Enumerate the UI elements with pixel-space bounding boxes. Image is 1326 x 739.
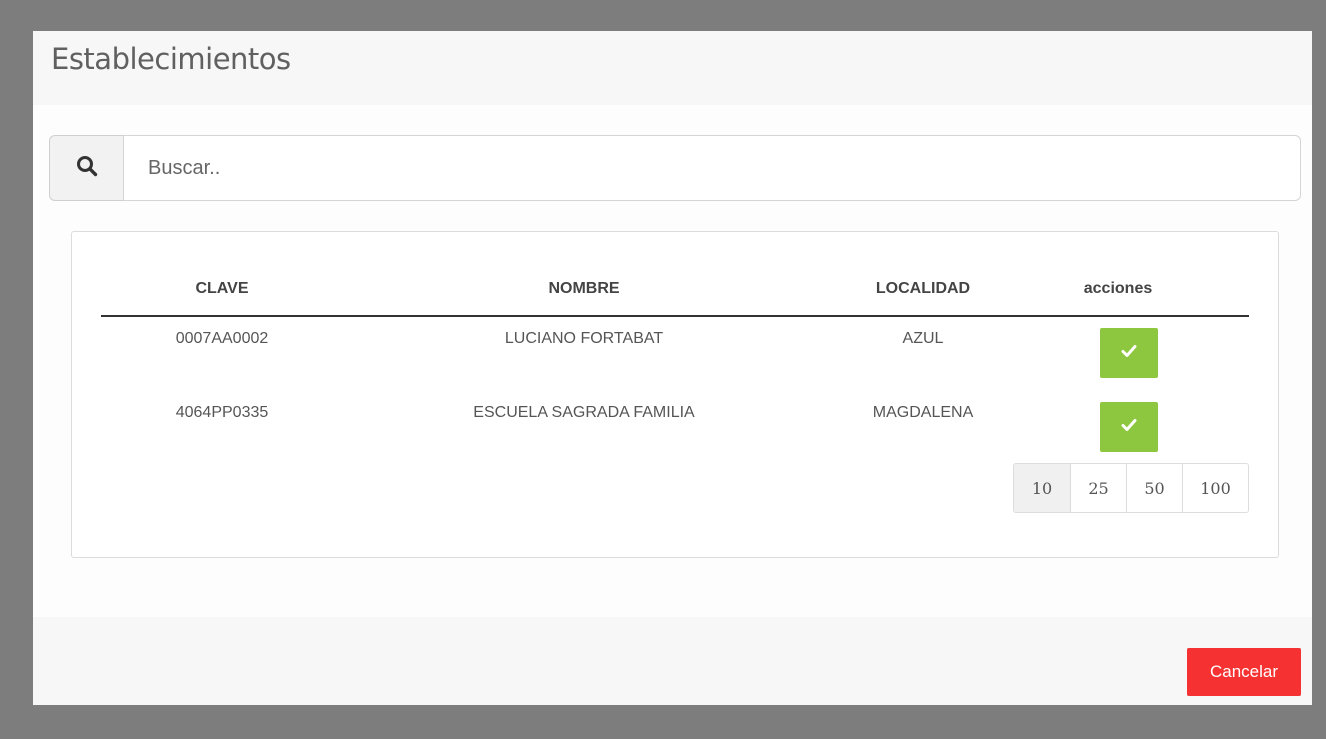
column-header-clave: CLAVE (195, 280, 249, 297)
check-icon (1121, 418, 1137, 437)
page-size-selector: 10 25 50 100 (1013, 463, 1249, 513)
page-size-25[interactable]: 25 (1070, 464, 1126, 512)
search-input[interactable] (123, 135, 1301, 201)
results-table: CLAVE NOMBRE LOCALIDAD acciones 0007AA00… (101, 272, 1249, 465)
page-size-50[interactable]: 50 (1126, 464, 1182, 512)
search-icon (76, 155, 98, 182)
page-size-10[interactable]: 10 (1014, 464, 1070, 512)
search-addon (49, 135, 123, 201)
cancel-button[interactable]: Cancelar (1187, 648, 1301, 696)
table-header-row: CLAVE NOMBRE LOCALIDAD acciones (101, 272, 1249, 317)
check-icon (1121, 344, 1137, 363)
modal-title: Establecimientos (51, 42, 291, 76)
cell-localidad: MAGDALENA (872, 404, 974, 421)
cell-localidad: AZUL (902, 330, 944, 347)
table-row: 4064PP0335 ESCUELA SAGRADA FAMILIA MAGDA… (101, 391, 1249, 465)
table-row: 0007AA0002 LUCIANO FORTABAT AZUL (101, 317, 1249, 391)
results-panel: CLAVE NOMBRE LOCALIDAD acciones 0007AA00… (71, 231, 1279, 558)
page-size-100[interactable]: 100 (1182, 464, 1248, 512)
column-header-localidad: LOCALIDAD (875, 280, 971, 297)
search-group (49, 135, 1301, 201)
column-header-nombre: NOMBRE (548, 280, 620, 297)
cell-clave: 4064PP0335 (175, 404, 269, 421)
cell-clave: 0007AA0002 (175, 330, 269, 347)
establecimientos-modal: Establecimientos CLAVE NOMBRE LOCALIDAD … (33, 31, 1312, 705)
modal-header: Establecimientos (33, 31, 1312, 105)
cell-nombre: LUCIANO FORTABAT (504, 330, 664, 347)
modal-footer: Cancelar (33, 617, 1312, 705)
select-button[interactable] (1100, 328, 1158, 378)
column-header-acciones: acciones (1083, 280, 1153, 297)
select-button[interactable] (1100, 402, 1158, 452)
cell-nombre: ESCUELA SAGRADA FAMILIA (473, 404, 695, 421)
